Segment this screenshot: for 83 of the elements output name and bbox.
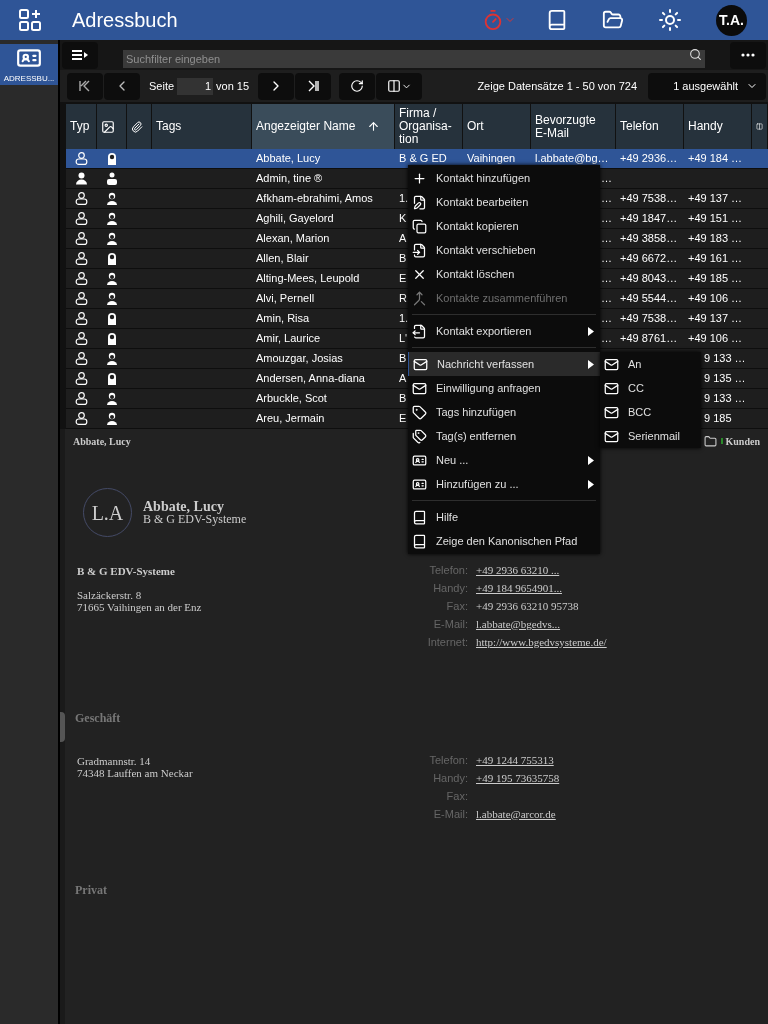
mobile-cell-text: +49 161 …: [688, 251, 743, 267]
company-cell-text: B: [399, 251, 407, 267]
contact-name: Amin, Risa: [256, 311, 310, 327]
mobile-cell-text: +49 137 …: [688, 311, 743, 327]
mobile-cell-text: +49 106 …: [688, 331, 743, 347]
mobile-cell-text: +49 185 …: [688, 271, 743, 287]
phone-cell-text: +49 7538…: [620, 311, 678, 327]
mobile-cell-text: +49 106 …: [688, 291, 743, 307]
contact-name: Amouzgar, Josias: [256, 351, 343, 367]
contact-name: Areu, Jermain: [256, 411, 325, 427]
phone-cell-text: +49 7538…: [620, 191, 678, 207]
company-name: B & G EDV-Systeme: [77, 565, 176, 577]
contact-name: Andersen, Anna-diana: [256, 371, 365, 387]
company-cell-text: L': [399, 331, 408, 347]
city-cell-text: Vaihingen: [467, 151, 516, 167]
email-cell-text: …: [601, 291, 612, 307]
mobile-cell-text: +49 183 …: [688, 231, 743, 247]
field-label: Internet:: [426, 634, 468, 650]
field-label: Handy:: [432, 580, 468, 596]
contact-name: Allen, Blair: [256, 251, 309, 267]
company-cell-text: E: [399, 271, 407, 287]
email-cell-text: l.abbate@bg…: [535, 151, 609, 167]
contact-company: B & G EDV-Systeme: [143, 512, 247, 526]
email-cell-text: …: [601, 271, 612, 287]
company-cell-text: B & G ED: [399, 151, 447, 167]
mobile-cell-text: 9 133 …: [703, 391, 746, 407]
email-cell-text: …: [601, 251, 612, 267]
contact-name: Amir, Laurice: [256, 331, 321, 347]
page-label: Seite: [149, 78, 175, 94]
contact-name: Admin, tine ®: [256, 171, 323, 187]
email-cell-text: …: [601, 171, 612, 187]
page-count: von 15: [216, 78, 250, 94]
field-label: E-Mail:: [432, 806, 468, 822]
company-cell-text: A: [399, 231, 407, 247]
company-cell-text: A: [399, 371, 407, 387]
contact-name: Abbate, Lucy: [143, 499, 224, 513]
phone-cell-text: +49 8043…: [620, 271, 678, 287]
company-cell-text: B: [399, 391, 407, 407]
phone-cell-text: +49 2936…: [620, 151, 678, 167]
phone-cell-text: +49 3858…: [620, 231, 678, 247]
field-label: E-Mail:: [432, 616, 468, 632]
mobile-cell-text: 9 135 …: [703, 371, 746, 387]
mobile-cell-text: +49 151 …: [688, 211, 743, 227]
contact-name: Aghili, Gayelord: [256, 211, 334, 227]
contact-name: Alexan, Marion: [256, 231, 330, 247]
phone-cell-text: +49 5544…: [620, 291, 678, 307]
phone-cell-text: +49 8761…: [620, 331, 678, 347]
field-label: Fax:: [445, 788, 468, 804]
contact-name: Arbuckle, Scot: [256, 391, 327, 407]
contact-name: Alvi, Pernell: [256, 291, 315, 307]
section-heading: Geschäft: [75, 710, 122, 727]
mobile-cell-text: 9 185: [703, 411, 732, 427]
email-cell-text: …: [601, 331, 612, 347]
app-title: Adressbuch: [72, 8, 178, 33]
phone-cell-text: +49 6672…: [620, 251, 678, 267]
field-label: Telefon:: [428, 562, 468, 578]
contact-name: Abbate, Lucy: [256, 151, 321, 167]
email-cell-text: …: [601, 311, 612, 327]
mobile-cell-text: +49 137 …: [688, 191, 743, 207]
field-label: Fax:: [445, 598, 468, 614]
company-cell-text: R: [399, 291, 407, 307]
email-cell-text: …: [601, 231, 612, 247]
mobile-cell-text: 9 133 …: [703, 351, 746, 367]
record-count: Zeige Datensätze 1 - 50 von 724: [477, 78, 637, 94]
field-label: Handy:: [432, 770, 468, 786]
phone-cell-text: +49 1847…: [620, 211, 678, 227]
company-cell-text: 1.: [399, 191, 409, 207]
company-cell-text: 1.: [399, 311, 409, 327]
email-cell-text: …: [601, 211, 612, 227]
postal-address: Gradmannstr. 14 74348 Lauffen am Neckar: [77, 755, 194, 779]
contact-name: Alting-Mees, Leupold: [256, 271, 360, 287]
email-cell-text: …: [601, 191, 612, 207]
section-heading: Privat: [75, 882, 108, 899]
company-cell-text: E: [399, 411, 407, 427]
field-label: Telefon:: [428, 752, 468, 768]
mobile-cell-text: +49 184 …: [688, 151, 743, 167]
field-value: +49 2936 63210 95738: [476, 598, 579, 614]
contact-name: Afkham-ebrahimi, Amos: [256, 191, 373, 207]
folder-name: Kunden: [725, 434, 760, 449]
company-cell-text: B: [399, 351, 407, 367]
company-cell-text: K: [399, 211, 407, 227]
postal-address: Salzäckerstr. 8 71665 Vaihingen an der Enz: [77, 589, 203, 613]
detail-title: Abbate, Lucy: [73, 434, 131, 449]
